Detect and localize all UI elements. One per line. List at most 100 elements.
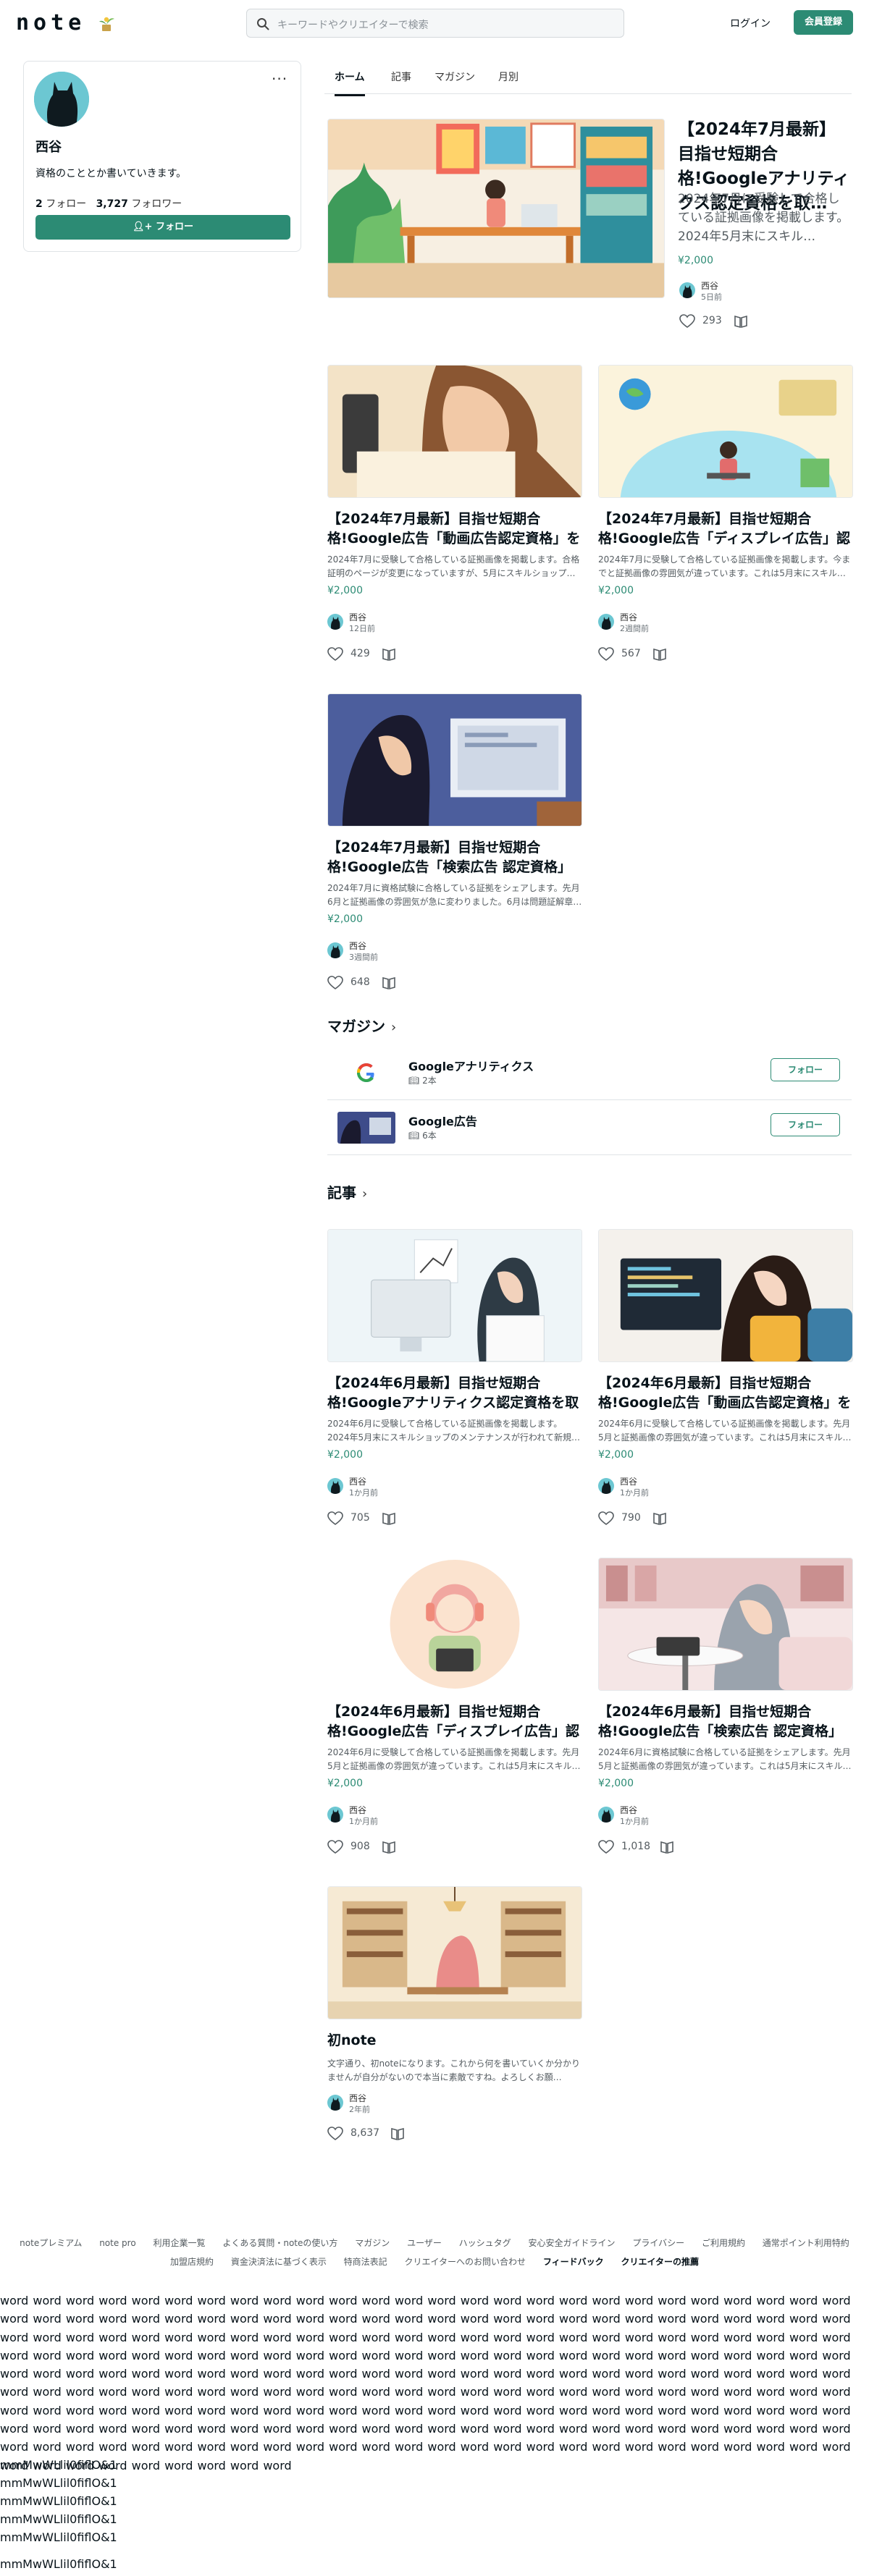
footer-link[interactable]: 加盟店規約 (170, 2257, 214, 2267)
heart-icon[interactable] (679, 314, 695, 329)
footer-link[interactable]: 利用企業一覧 (154, 2238, 206, 2248)
magazine-add-icon[interactable] (381, 1511, 397, 1526)
magazine-add-icon[interactable] (652, 1511, 668, 1526)
article-thumbnail[interactable] (327, 693, 582, 827)
article-thumbnail[interactable] (327, 1229, 582, 1362)
article-thumbnail[interactable] (327, 1558, 582, 1691)
footer-link[interactable]: 特商法表記 (344, 2257, 387, 2267)
following-label[interactable]: フォロー (46, 198, 86, 210)
article-author[interactable]: 西谷 3週間前 (327, 939, 472, 963)
like-count: 429 (350, 648, 370, 659)
article-title[interactable]: 【2024年6月最新】目指せ短期合格!Google広告「ディスプレイ広告」認定資… (327, 1702, 582, 1741)
article-author[interactable]: 西谷 1か月前 (598, 1475, 743, 1498)
magazine-add-icon[interactable] (381, 975, 397, 991)
featured-author[interactable]: 西谷 5日前 (679, 279, 824, 303)
article-author[interactable]: 西谷 1か月前 (327, 1804, 472, 1827)
magazine-add-icon[interactable] (381, 646, 397, 662)
footer-link[interactable]: マガジン (355, 2238, 390, 2248)
following-count[interactable]: 2 (35, 198, 43, 210)
avatar[interactable] (34, 72, 89, 127)
google-logo-icon (337, 1057, 395, 1089)
note-logo[interactable]: note (16, 10, 85, 35)
magazine-add-icon[interactable] (659, 1839, 675, 1855)
article-author[interactable]: 西谷 1か月前 (598, 1804, 743, 1827)
recommend-creator-link[interactable]: クリエイターの推薦 (621, 2257, 699, 2267)
articles-section-heading[interactable]: 記事 › (327, 1181, 367, 1202)
heart-icon[interactable] (598, 1511, 614, 1526)
tab-articles[interactable]: 記事 (391, 69, 411, 94)
heart-icon[interactable] (327, 1840, 343, 1854)
article-actions: 648 (327, 974, 407, 992)
heart-icon[interactable] (327, 1511, 343, 1526)
feedback-link[interactable]: フィードバック (543, 2257, 604, 2267)
magazine-item[interactable]: Googleアナリティクス 📖︎ 2本 フォロー (327, 1050, 852, 1100)
author-name: 西谷 (620, 612, 638, 622)
article-actions: 908 (327, 1838, 407, 1856)
author-name: 西谷 (620, 1477, 638, 1487)
more-options-icon[interactable]: ··· (272, 70, 287, 88)
magazine-section-heading[interactable]: マガジン › (327, 1015, 396, 1036)
login-link[interactable]: ログイン (730, 16, 771, 30)
chevron-right-icon: › (391, 1020, 397, 1035)
article-thumbnail[interactable] (598, 1229, 853, 1362)
magazine-add-icon[interactable] (390, 2126, 406, 2142)
footer-link[interactable]: ご利用規約 (702, 2238, 745, 2248)
article-thumbnail[interactable] (598, 1558, 853, 1691)
article-title[interactable]: 【2024年7月最新】目指せ短期合格!Google広告「ディスプレイ広告」認定資… (598, 510, 853, 549)
magazine-follow-button[interactable]: フォロー (771, 1058, 840, 1081)
footer-link[interactable]: 資金決済法に基づく表示 (231, 2257, 327, 2267)
magazine-add-icon[interactable] (733, 313, 749, 329)
signup-button[interactable]: 会員登録 (794, 10, 853, 35)
magazine-add-icon[interactable] (381, 1839, 397, 1855)
follow-button[interactable]: 👤︎+ フォロー (35, 215, 290, 240)
tab-magazines[interactable]: マガジン (434, 69, 475, 94)
footer-link[interactable]: noteプレミアム (20, 2238, 82, 2248)
article-author[interactable]: 西谷 2年前 (327, 2092, 472, 2115)
article-author[interactable]: 西谷 12日前 (327, 611, 472, 634)
featured-thumbnail[interactable] (327, 119, 665, 298)
author-avatar (327, 1478, 343, 1494)
tab-home[interactable]: ホーム (335, 69, 365, 96)
magazine-name[interactable]: Google広告 (408, 1112, 477, 1129)
footer-link[interactable]: note pro (99, 2238, 135, 2248)
author-avatar (327, 942, 343, 958)
followers-label[interactable]: フォロワー (131, 198, 182, 210)
footer-link[interactable]: ハッシュタグ (459, 2238, 511, 2248)
article-title[interactable]: 【2024年7月最新】目指せ短期合格!Google広告「動画広告認定資格」を取得… (327, 510, 582, 549)
heart-icon[interactable] (327, 2127, 343, 2141)
magazine-item[interactable]: Google広告 📖︎ 6本 フォロー (327, 1105, 852, 1155)
article-title[interactable]: 【2024年6月最新】目指せ短期合格!Googleアナリティクス認定資格を取得し… (327, 1374, 582, 1413)
article-author[interactable]: 西谷 2週間前 (598, 611, 743, 634)
article-thumbnail[interactable] (327, 365, 582, 498)
article-title[interactable]: 【2024年6月最新】目指せ短期合格!Google広告「動画広告認定資格」を取得… (598, 1374, 853, 1413)
footer-link[interactable]: 安心安全ガイドライン (529, 2238, 616, 2248)
magazine-add-icon[interactable] (652, 646, 668, 662)
author-name: 西谷 (349, 941, 367, 951)
article-actions: 8,637 (327, 2125, 414, 2142)
article-thumbnail[interactable] (598, 365, 853, 498)
footer-link[interactable]: プライバシー (632, 2238, 684, 2248)
tab-monthly[interactable]: 月別 (498, 69, 519, 94)
magazine-name[interactable]: Googleアナリティクス (408, 1057, 534, 1074)
article-thumbnail[interactable] (327, 1886, 582, 2019)
footer-link[interactable]: 通常ポイント利用特約 (763, 2238, 849, 2248)
heart-icon[interactable] (598, 1840, 614, 1854)
article-title[interactable]: 【2024年7月最新】目指せ短期合格!Google広告「検索広告 認定資格」を取… (327, 838, 582, 877)
article-title[interactable]: 【2024年6月最新】目指せ短期合格!Google広告「検索広告 認定資格」を取… (598, 1702, 853, 1741)
article-actions: 429 (327, 646, 407, 663)
site-header: note キーワードやクリエイターで検索 ログイン 会員登録 (0, 0, 869, 46)
article-author[interactable]: 西谷 1か月前 (327, 1475, 472, 1498)
illustration-woman-imac (328, 1230, 582, 1361)
chevron-right-icon: › (362, 1186, 368, 1202)
search-box[interactable]: キーワードやクリエイターで検索 (246, 9, 624, 38)
followers-count[interactable]: 3,727 (96, 198, 128, 210)
heart-icon[interactable] (327, 976, 343, 990)
follow-button-label: フォロー (155, 221, 193, 232)
footer-link[interactable]: ユーザー (407, 2238, 442, 2248)
magazine-follow-button[interactable]: フォロー (771, 1113, 840, 1136)
footer-link[interactable]: クリエイターへのお問い合わせ (405, 2257, 526, 2267)
heart-icon[interactable] (598, 647, 614, 662)
article-title[interactable]: 初note (327, 2031, 582, 2053)
footer-link[interactable]: よくある質問・noteの使い方 (222, 2238, 337, 2248)
heart-icon[interactable] (327, 647, 343, 662)
